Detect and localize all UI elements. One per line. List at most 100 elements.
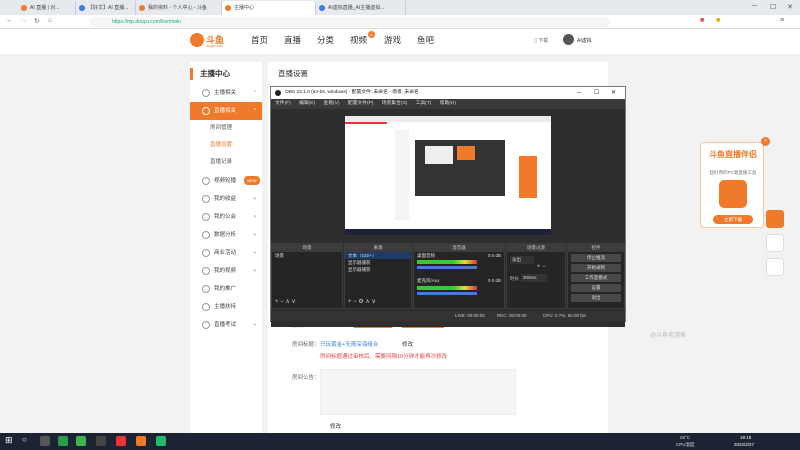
sidebar-item-live[interactable]: 直播相关 ^: [190, 102, 262, 120]
username[interactable]: AI虚拟: [577, 37, 592, 44]
obs-window[interactable]: OBS 23.1.0 (64-bit, windows) - 配置文件: 未命名…: [270, 86, 626, 327]
extension-icon[interactable]: ■: [700, 17, 704, 24]
nav-game[interactable]: 游戏: [384, 34, 401, 46]
sidebar-item-analytics[interactable]: 数据分析 v: [190, 226, 262, 244]
windows-taskbar: ⊞ ○ 26°C CPU温度 18:19 2022/2/27: [0, 433, 800, 450]
obs-menu-view[interactable]: 查看(V): [323, 101, 339, 106]
support-icon: [202, 303, 210, 311]
app-icon[interactable]: [76, 436, 86, 446]
screenshot-icon[interactable]: [766, 258, 784, 276]
maximize-icon[interactable]: ☐: [594, 87, 599, 99]
search-icon[interactable]: ○: [22, 435, 27, 444]
avatar[interactable]: [563, 34, 574, 45]
minimize-icon[interactable]: ─: [752, 3, 757, 10]
sidebar-item-video-loop[interactable]: 视频轮播 NEW: [190, 172, 262, 190]
source-item[interactable]: 显示器捕获: [345, 266, 411, 273]
start-icon[interactable]: ⊞: [5, 435, 13, 446]
minimize-icon[interactable]: ─: [577, 87, 581, 99]
sidebar: 主播中心 主播相关 ^ 直播相关 ^ 房间管理 直播设置 直播记录 视频轮播 NEW…: [190, 62, 262, 440]
browser-tab[interactable]: 我的资料 - 个人中心 - 斗鱼: [136, 1, 222, 15]
home-icon[interactable]: ⌂: [48, 17, 52, 24]
browser-tab[interactable]: 【好文】AI 直播...: [76, 1, 136, 15]
sidebar-item-business[interactable]: 商业活动 v: [190, 244, 262, 262]
room-title-warning: 房间标题通过审核后，需要间隔10分钟才能再次修改: [320, 354, 448, 360]
studio-mode-button[interactable]: 工作室模式: [571, 274, 621, 282]
volume-slider[interactable]: [417, 266, 477, 269]
nav-fishbar[interactable]: 鱼吧: [417, 34, 434, 46]
mixer-track: 桌面音频 0.0 dB: [417, 253, 501, 258]
refresh-icon[interactable]: ↻: [34, 17, 40, 25]
sidebar-item-anchor[interactable]: 主播相关 ^: [190, 84, 262, 102]
add-transition-icon[interactable]: + −: [537, 264, 546, 270]
obs-menu-help[interactable]: 帮助(H): [440, 101, 456, 106]
obs-menu-edit[interactable]: 编辑(E): [299, 101, 315, 106]
obs-scenes-dock: 场景 场景 + − ∧ ∨: [271, 243, 343, 309]
browser-tab[interactable]: AI虚拟直播_AI主播虚拟...: [316, 1, 406, 15]
close-icon[interactable]: ✕: [611, 87, 616, 99]
nav-home[interactable]: 首页: [251, 34, 268, 46]
maximize-icon[interactable]: ☐: [770, 3, 776, 11]
nav-video[interactable]: 视频: [350, 34, 367, 46]
streaming-tool-ad[interactable]: 斗鱼直播伴侣 超好用的PC端直播工具 立即下载 ×: [700, 137, 770, 228]
volume-slider[interactable]: [417, 292, 477, 295]
add-source-icon[interactable]: + − ⚙ ∧ ∨: [348, 298, 376, 305]
duration-input[interactable]: 300ms: [521, 274, 547, 282]
app-icon[interactable]: [116, 436, 126, 446]
sidebar-sub-room[interactable]: 房间管理: [190, 120, 262, 137]
transition-select[interactable]: 淡出: [510, 256, 534, 264]
app-icon[interactable]: [156, 436, 166, 446]
chevron-down-icon: v: [253, 196, 257, 202]
nav-category[interactable]: 分类: [317, 34, 334, 46]
stop-streaming-button[interactable]: 停止推流: [571, 254, 621, 262]
sidebar-item-support[interactable]: 主播扶持: [190, 298, 262, 316]
sidebar-item-videos[interactable]: 我的视频 v: [190, 262, 262, 280]
nav-live[interactable]: 直播: [284, 34, 301, 46]
browser-tab-active[interactable]: 主播中心: [222, 1, 316, 15]
extension-icon[interactable]: ■: [716, 17, 720, 24]
download-link[interactable]: ▯ 下载: [534, 37, 548, 44]
obs-menu-tools[interactable]: 工具(T): [416, 101, 432, 106]
menu-icon[interactable]: ≡: [780, 17, 784, 24]
obs-menu-scenes[interactable]: 场景集合(S): [382, 101, 408, 106]
browser-tab[interactable]: AI 直播 | 对...: [18, 1, 76, 15]
live-timer: LIVE: 00:00:00: [455, 313, 485, 318]
briefcase-icon: [202, 249, 210, 257]
taskview-icon[interactable]: [40, 436, 50, 446]
room-title-edit[interactable]: 修改: [402, 340, 413, 348]
url-field[interactable]: https://mp.douyu.com/live/main: [90, 17, 610, 27]
download-now-button[interactable]: 立即下载: [713, 215, 753, 224]
chart-icon: [202, 231, 210, 239]
notice-textarea[interactable]: [320, 369, 516, 415]
obs-logo-icon: [275, 90, 281, 96]
sidebar-item-income[interactable]: 我的收益 v: [190, 190, 262, 208]
sidebar-item-guild[interactable]: 我的公会 v: [190, 208, 262, 226]
obs-preview-capture[interactable]: [345, 116, 551, 235]
douyu-logo[interactable]: 斗鱼 douyu.com: [190, 33, 230, 49]
add-scene-icon[interactable]: + − ∧ ∨: [275, 298, 296, 305]
close-icon[interactable]: ×: [761, 137, 770, 146]
mixer-track: 麦克风/Aux 0.0 dB: [417, 278, 501, 283]
app-icon[interactable]: [136, 436, 146, 446]
sidebar-item-exam[interactable]: 直播考试 v: [190, 316, 262, 334]
source-item[interactable]: 文本（GDI+）: [345, 252, 411, 259]
back-icon[interactable]: ←: [6, 17, 13, 24]
clock-time: 18:19: [740, 435, 752, 440]
settings-button[interactable]: 设置: [571, 284, 621, 292]
source-item[interactable]: 显示器捕获: [345, 259, 411, 266]
start-recording-button[interactable]: 开始录制: [571, 264, 621, 272]
obs-taskbar-icon[interactable]: [96, 436, 106, 446]
sidebar-item-promotion[interactable]: 我的推广: [190, 280, 262, 298]
temperature: 26°C: [680, 435, 691, 440]
app-icon[interactable]: [58, 436, 68, 446]
sidebar-sub-records[interactable]: 直播记录: [190, 154, 262, 171]
home-icon[interactable]: [766, 234, 784, 252]
forward-icon[interactable]: →: [20, 17, 27, 24]
obs-menu-file[interactable]: 文件(F): [275, 101, 291, 106]
notice-edit[interactable]: 修改: [330, 422, 341, 430]
play-icon[interactable]: [766, 210, 784, 228]
exit-button[interactable]: 退出: [571, 294, 621, 302]
sidebar-sub-settings[interactable]: 直播设置: [190, 137, 262, 154]
close-icon[interactable]: ✕: [787, 3, 793, 11]
scene-item[interactable]: 场景: [272, 252, 342, 259]
obs-menu-profile[interactable]: 配置文件(P): [348, 101, 374, 106]
